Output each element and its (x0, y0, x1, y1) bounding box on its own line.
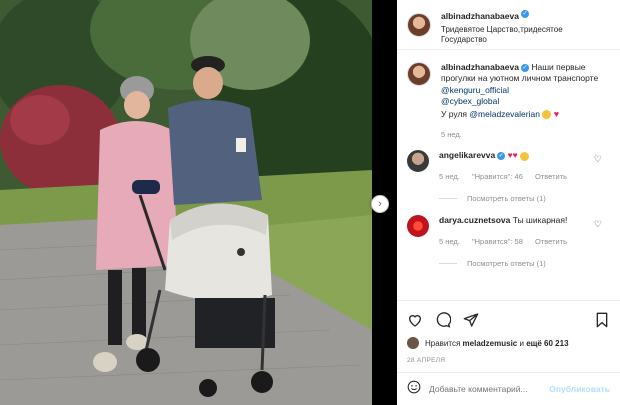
comment-input[interactable] (429, 384, 550, 394)
heart-icon[interactable] (407, 312, 423, 328)
grin-emoji-icon (542, 110, 552, 120)
caption-line-prefix: У руля (441, 108, 468, 119)
heart-emoji-icon: ♥ (553, 108, 560, 119)
emoji-icon[interactable] (407, 380, 421, 399)
verified-icon: ✓ (520, 63, 529, 72)
mention-link[interactable]: @cybex_global (441, 96, 499, 106)
add-comment-bar: Опубликовать (397, 372, 620, 405)
comment-likes[interactable]: "Нравится": 46 (472, 172, 523, 181)
comment-text: Ты шикарная! (512, 215, 568, 226)
view-replies[interactable]: Посмотреть ответы (1) (439, 259, 610, 268)
post-photo (0, 0, 372, 405)
heart-emoji-icon: ♥♥ (507, 150, 518, 161)
comment-time[interactable]: 5 нед. (439, 237, 460, 246)
mention-link[interactable]: @kenguru_official (441, 85, 509, 95)
post-details-panel: albinadzhanabaeva ✓ Тридевятое Царство,тр… (397, 0, 620, 405)
likes-prefix: Нравится (425, 338, 461, 348)
comment-time[interactable]: 5 нед. (439, 172, 460, 181)
likes-user[interactable]: meladzemusic (463, 339, 518, 348)
mention-link[interactable]: @meladzevalerian (469, 109, 540, 119)
caption-username[interactable]: albinadzhanabaeva (441, 62, 519, 72)
photo-illustration (0, 0, 372, 405)
likes-connector: и (519, 338, 524, 348)
likes-summary: Нравится meladzemusic и ещё 60 213 (407, 337, 610, 349)
post-date[interactable]: 28 АПРЕЛЯ (407, 357, 610, 364)
comment-username[interactable]: angelikarevva (439, 150, 495, 160)
bookmark-icon[interactable] (594, 312, 610, 328)
comment-icon[interactable] (435, 312, 451, 328)
comment-likes[interactable]: "Нравится": 58 (472, 237, 523, 246)
comment-item: darya.cuznetsova Ты шикарная! 5 нед. "Нр… (407, 215, 610, 247)
like-comment-heart-icon[interactable]: ♡ (594, 219, 602, 230)
view-replies[interactable]: Посмотреть ответы (1) (439, 194, 610, 203)
verified-icon: ✓ (497, 152, 506, 161)
share-icon[interactable] (463, 312, 479, 328)
comments-list: albinadzhanabaeva ✓ Наши первые прогулки … (397, 50, 620, 268)
avatar[interactable] (407, 12, 431, 37)
avatar[interactable] (407, 150, 429, 173)
avatar[interactable] (407, 215, 429, 238)
heart-eyes-emoji-icon (520, 151, 530, 161)
post-username[interactable]: albinadzhanabaeva (441, 11, 519, 21)
verified-icon: ✓ (520, 10, 529, 19)
post-location[interactable]: Тридевятое Царство,тридесятое Государств… (441, 25, 610, 45)
avatar[interactable] (407, 337, 419, 349)
post-actions: Нравится meladzemusic и ещё 60 213 28 АП… (397, 300, 620, 364)
chevron-right-icon: › (378, 197, 382, 210)
reply-button[interactable]: Ответить (535, 172, 567, 181)
post-header: albinadzhanabaeva ✓ Тридевятое Царство,тр… (397, 0, 620, 50)
publish-button[interactable]: Опубликовать (549, 384, 610, 394)
next-photo-button[interactable]: › (371, 195, 389, 213)
like-comment-heart-icon[interactable]: ♡ (594, 154, 602, 165)
avatar[interactable] (407, 62, 431, 86)
caption-time[interactable]: 5 нед. (441, 130, 462, 139)
reply-button[interactable]: Ответить (535, 237, 567, 246)
comment-username[interactable]: darya.cuznetsova (439, 215, 510, 225)
caption: albinadzhanabaeva ✓ Наши первые прогулки … (407, 62, 610, 140)
comment-item: angelikarevva ✓ ♥♥ 5 нед. "Нравится": 46 … (407, 150, 610, 182)
likes-count[interactable]: ещё 60 213 (526, 339, 568, 348)
